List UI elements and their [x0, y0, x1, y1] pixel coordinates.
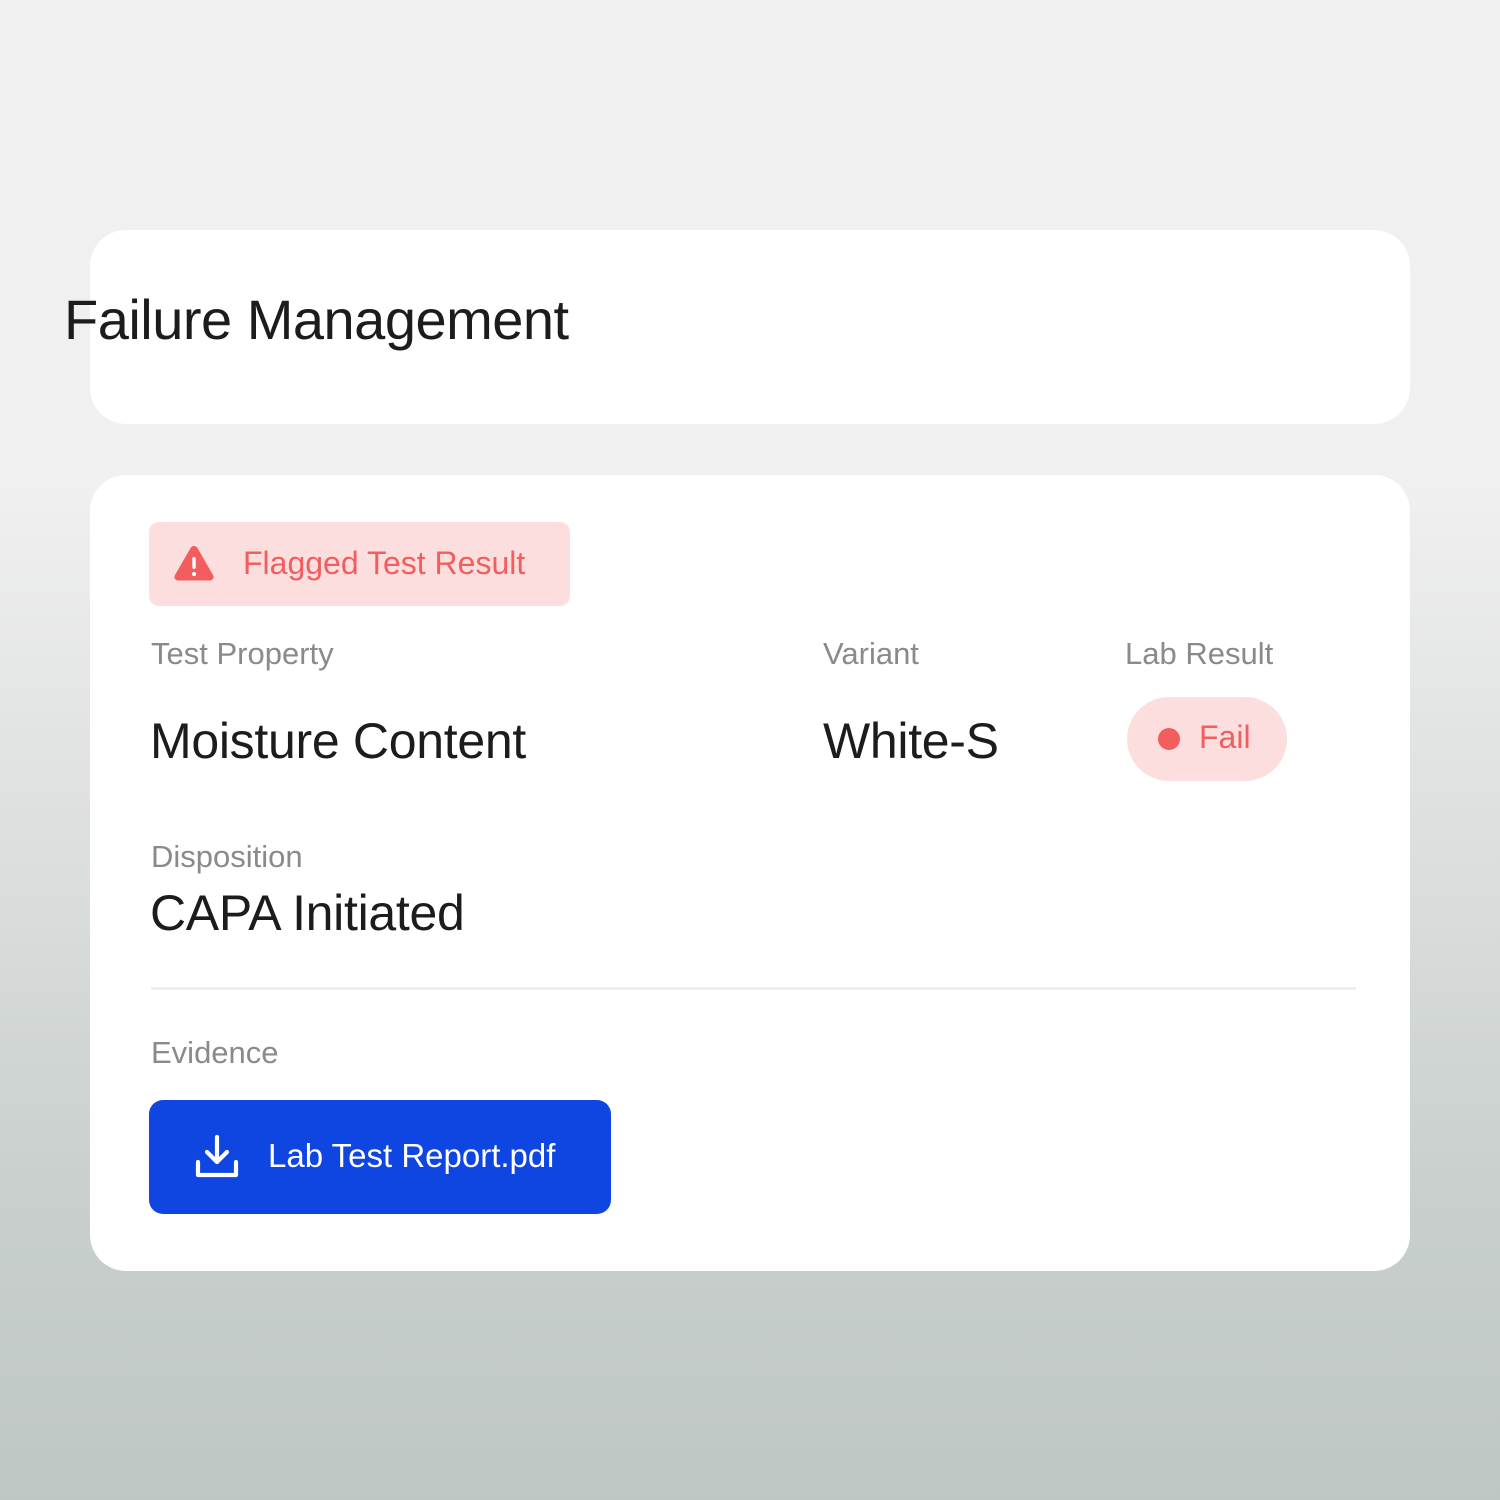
variant-label: Variant	[823, 636, 919, 671]
lab-result-status-badge: Fail	[1127, 697, 1287, 781]
disposition-label: Disposition	[151, 839, 303, 874]
download-icon	[195, 1134, 239, 1178]
disposition-value: CAPA Initiated	[150, 885, 465, 941]
failure-detail-card: Flagged Test Result Test Property Varian…	[90, 475, 1410, 1271]
evidence-label: Evidence	[151, 1035, 279, 1070]
download-report-label: Lab Test Report.pdf	[268, 1137, 556, 1174]
lab-result-label: Lab Result	[1125, 636, 1274, 671]
test-property-value: Moisture Content	[150, 713, 526, 769]
status-dot-icon	[1158, 728, 1180, 750]
warning-triangle-icon	[174, 546, 214, 581]
variant-value: White-S	[823, 713, 999, 769]
flagged-result-label: Flagged Test Result	[243, 545, 526, 581]
page-title: Failure Management	[64, 288, 569, 351]
lab-result-value: Fail	[1199, 719, 1251, 755]
test-property-label: Test Property	[151, 636, 334, 671]
flagged-result-badge: Flagged Test Result	[149, 522, 570, 606]
section-divider	[151, 987, 1356, 990]
download-report-button[interactable]: Lab Test Report.pdf	[149, 1100, 611, 1214]
